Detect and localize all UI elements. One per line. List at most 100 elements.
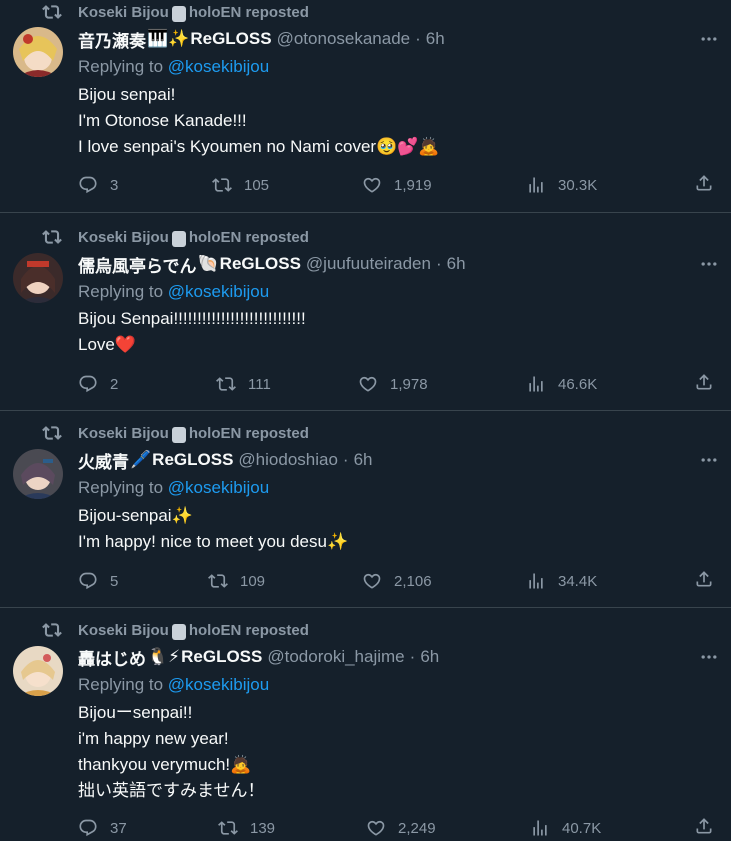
more-dots-icon[interactable] (699, 450, 719, 470)
tweet[interactable]: Koseki Bijou holoEN reposted 轟はじめ 🐧⚡ ReG… (0, 608, 731, 841)
tweet[interactable]: Koseki Bijou holoEN reposted 音乃瀬奏 🎹✨ ReG… (0, 0, 731, 213)
action-bar: 37 139 2,249 40.7K (78, 816, 718, 840)
mention-link[interactable]: @kosekibijou (168, 282, 269, 301)
views-button[interactable]: 46.6K (526, 372, 597, 396)
repost-button[interactable]: 139 (218, 816, 275, 840)
replying-to: Replying to @kosekibijou (78, 478, 269, 498)
repost-count: 139 (250, 819, 276, 837)
views-button[interactable]: 40.7K (530, 816, 601, 840)
tweet-text-line: thankyou verymuch!🙇 (78, 755, 252, 774)
repost-count: 111 (248, 375, 271, 393)
tweet-header: 轟はじめ 🐧⚡ ReGLOSS @todoroki_hajime · 6h (78, 645, 439, 669)
share-icon (696, 571, 712, 587)
tweet[interactable]: Koseki Bijou holoEN reposted 儒烏風亭らでん 🐚 R… (0, 213, 731, 411)
avatar[interactable] (13, 27, 63, 77)
more-dots-icon[interactable] (699, 647, 719, 667)
like-button[interactable]: 2,106 (362, 569, 432, 593)
like-button[interactable]: 1,978 (358, 372, 428, 396)
views-button[interactable]: 34.4K (526, 569, 597, 593)
display-name[interactable]: 轟はじめ (78, 645, 146, 670)
reply-icon (79, 572, 97, 590)
separator-dot: · (435, 254, 442, 273)
share-button[interactable] (694, 569, 714, 594)
reply-button[interactable]: 2 (78, 372, 118, 396)
tweet-header: 音乃瀬奏 🎹✨ ReGLOSS @otonosekanade · 6h (78, 27, 445, 51)
reply-button[interactable]: 37 (78, 816, 127, 840)
timeline-feed: Koseki Bijou holoEN reposted 音乃瀬奏 🎹✨ ReG… (0, 0, 731, 841)
like-button[interactable]: 2,249 (366, 816, 436, 840)
name-suffix[interactable]: ReGLOSS (220, 254, 301, 274)
avatar[interactable] (13, 646, 63, 696)
avatar[interactable] (13, 449, 63, 499)
name-emoji: 🖊️ (130, 450, 152, 469)
repost-button[interactable]: 111 (216, 372, 271, 396)
name-suffix[interactable]: ReGLOSS (190, 29, 271, 49)
view-count: 34.4K (558, 572, 598, 590)
user-handle[interactable]: @hiodoshiao (238, 450, 338, 470)
timestamp[interactable]: 6h (420, 647, 439, 667)
share-button[interactable] (694, 816, 714, 841)
repost-button[interactable]: 105 (212, 173, 269, 197)
timestamp[interactable]: 6h (426, 29, 445, 49)
views-chart-icon (529, 177, 543, 193)
repost-author[interactable]: Koseki Bijou (78, 229, 169, 246)
replying-to: Replying to @kosekibijou (78, 57, 269, 77)
views-chart-icon (529, 376, 543, 392)
views-button[interactable]: 30.3K (526, 173, 597, 197)
replying-label: Replying to (78, 675, 164, 694)
like-button[interactable]: 1,919 (362, 173, 432, 197)
repost-suffix: holoEN reposted (188, 424, 309, 442)
view-count: 46.6K (558, 375, 598, 393)
replying-label: Replying to (78, 478, 164, 497)
timestamp[interactable]: 6h (447, 254, 466, 274)
reply-button[interactable]: 3 (78, 173, 118, 197)
tweet-text-line: Bijouーsenpai!! (78, 703, 193, 722)
tweet-text-line: I love senpai's Kyoumen no Nami cover🥹💕🙇 (78, 137, 440, 156)
share-icon (696, 818, 712, 834)
repost-author[interactable]: Koseki Bijou (78, 4, 169, 21)
display-name[interactable]: 音乃瀬奏 (78, 27, 146, 52)
name-suffix[interactable]: ReGLOSS (181, 647, 262, 667)
display-name[interactable]: 儒烏風亭らでん (78, 252, 197, 277)
name-emoji: 🐚 (197, 254, 219, 273)
display-name[interactable]: 火威青 (78, 448, 129, 473)
reply-button[interactable]: 5 (78, 569, 118, 593)
tweet[interactable]: Koseki Bijou holoEN reposted 火威青 🖊️ ReGL… (0, 411, 731, 608)
repost-author[interactable]: Koseki Bijou (78, 622, 169, 639)
replying-label: Replying to (78, 57, 164, 76)
mention-link[interactable]: @kosekibijou (168, 57, 269, 76)
mention-link[interactable]: @kosekibijou (168, 478, 269, 497)
tweet-text-line: Bijou-senpai✨ (78, 506, 193, 525)
timestamp[interactable]: 6h (354, 450, 373, 470)
repost-count: 105 (244, 176, 270, 194)
repost-author[interactable]: Koseki Bijou (78, 425, 169, 442)
replying-to: Replying to @kosekibijou (78, 675, 269, 695)
share-icon (696, 374, 712, 390)
name-suffix[interactable]: ReGLOSS (152, 450, 233, 470)
share-button[interactable] (694, 173, 714, 198)
repost-button[interactable]: 109 (208, 569, 265, 593)
repost-icon (212, 178, 232, 192)
views-chart-icon (533, 820, 547, 836)
repost-indicator: Koseki Bijou holoEN reposted (42, 423, 309, 443)
repost-icon (42, 5, 62, 19)
tweet-text-line: 拙い英語ですみません！ (78, 781, 265, 800)
name-emoji: 🎹✨ (147, 29, 190, 48)
repost-icon (42, 230, 62, 244)
mention-link[interactable]: @kosekibijou (168, 675, 269, 694)
action-bar: 2 111 1,978 46.6K (78, 372, 718, 396)
more-dots-icon[interactable] (699, 254, 719, 274)
can-emoji-icon (171, 6, 186, 22)
tweet-text: Bijouーsenpai!! i'm happy new year! thank… (78, 700, 265, 804)
share-button[interactable] (694, 372, 714, 397)
avatar[interactable] (13, 253, 63, 303)
action-bar: 5 109 2,106 34.4K (78, 569, 718, 593)
user-handle[interactable]: @otonosekanade (277, 29, 411, 49)
repost-count: 109 (240, 572, 266, 590)
more-dots-icon[interactable] (699, 29, 719, 49)
like-count: 2,249 (398, 819, 436, 837)
user-handle[interactable]: @juufuuteiraden (306, 254, 431, 274)
replying-label: Replying to (78, 282, 164, 301)
user-handle[interactable]: @todoroki_hajime (267, 647, 404, 667)
repost-suffix: holoEN reposted (188, 228, 309, 246)
